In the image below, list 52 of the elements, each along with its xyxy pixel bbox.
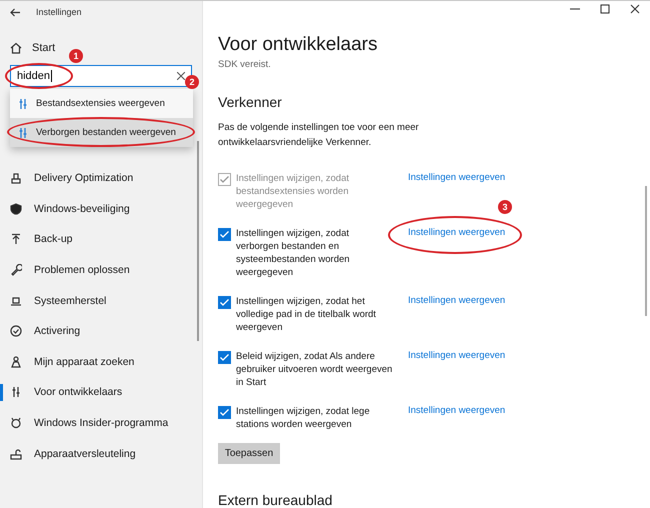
settings-link[interactable]: Instellingen weergeven [408,295,506,306]
maximize-icon[interactable] [600,4,610,14]
home-link[interactable]: Start [32,42,56,54]
suggestion-item[interactable]: Bestandsextensies weergeven [10,89,193,118]
settings-link[interactable]: Instellingen weergeven [408,405,506,416]
person-icon [10,356,22,368]
sidebar-item[interactable]: Mijn apparaat zoeken [0,346,202,378]
page-title: Voor ontwikkelaars [218,34,378,56]
close-icon[interactable] [630,4,640,14]
lock-icon [10,448,22,460]
laptop-icon [10,294,22,307]
sidebar-item[interactable]: Activering [0,316,202,347]
home-icon [10,42,22,54]
shield-icon [10,202,22,215]
wrench-icon [10,264,22,276]
window-title: Instellingen [36,7,82,17]
checkbox[interactable] [218,296,231,309]
sidebar-item[interactable]: Voor ontwikkelaars [0,377,202,408]
checkbox[interactable] [218,351,231,364]
sidebar-item[interactable]: Delivery Optimization [0,163,202,194]
sidebar-item[interactable]: Problemen oplossen [0,254,202,286]
scrollbar[interactable] [645,186,647,316]
sidebar-item[interactable]: Windows-beveiliging [0,194,202,224]
setting-label: Instellingen wijzigen, zodat lege stations worden weergeven [236,405,371,431]
section-heading: Verkenner [218,94,283,110]
sliders-icon [18,98,28,110]
highlight-ellipse [5,63,73,89]
suggestion-item[interactable]: Verborgen bestanden weergeven [10,118,193,147]
scrollbar[interactable] [197,141,199,341]
sidebar-item[interactable]: Systeemherstel [0,285,202,316]
settings-link[interactable]: Instellingen weergeven [408,227,506,238]
upload-icon [10,233,22,246]
sliders-icon [18,126,28,138]
clear-icon[interactable] [177,72,185,80]
box-stack-icon [10,172,22,184]
setting-label: Beleid wijzigen, zodat Als andere gebruiker uitvoeren wordt weergeven in Start [236,350,394,389]
checkbox[interactable] [218,228,231,241]
sidebar-item[interactable]: Windows Insider-programma [0,408,202,438]
setting-label: Instellingen wijzigen, zodat het volledige pad in de titelbalk wordt weergeven [236,295,377,334]
sliders-icon [10,386,22,398]
page-subtitle: SDK vereist. [218,59,272,70]
sidebar-item[interactable]: Back-up [0,224,202,255]
checkbox[interactable] [218,406,231,419]
back-icon[interactable] [10,8,20,16]
setting-label: Instellingen wijzigen, zodat verborgen bestanden en systeembestanden worden weergegeven [236,227,351,279]
check-circle-icon [10,325,22,338]
sidebar-item[interactable]: Apparaatversleuteling [0,438,202,469]
apply-button[interactable]: Toepassen [218,443,280,464]
section-heading: Extern bureaublad [218,492,334,508]
setting-label: Instellingen wijzigen, zodat bestandsextensies worden weergegeven [236,172,350,211]
section-description: Pas de volgende instellingen toe voor een meer ontwikkelaarsvriendelijke Verkenner. [218,121,420,150]
settings-link[interactable]: Instellingen weergeven [408,350,506,361]
